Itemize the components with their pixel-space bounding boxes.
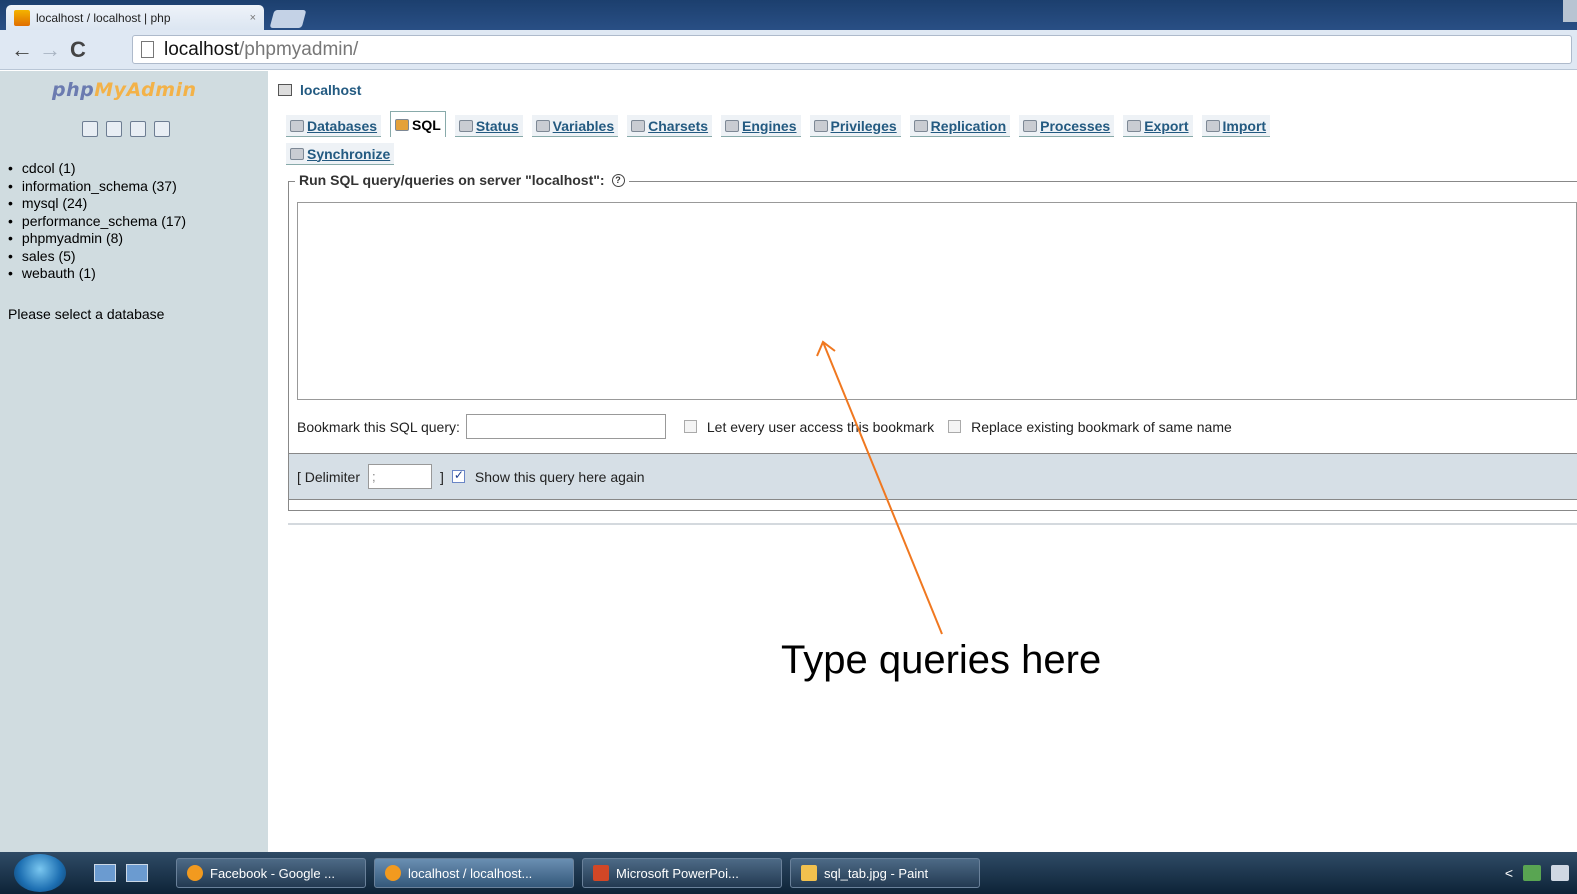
charsets-icon xyxy=(631,119,646,132)
navigation-frame: phpMyAdmin cdcol (1) information_schema … xyxy=(0,71,268,852)
database-item-mysql[interactable]: mysql (24) xyxy=(8,195,186,213)
phpmyadmin-logo[interactable]: phpMyAdmin xyxy=(52,79,197,101)
status-icon xyxy=(458,119,473,132)
database-item-information-schema[interactable]: information_schema (37) xyxy=(8,178,186,196)
home-icon[interactable] xyxy=(82,121,98,137)
server-breadcrumb[interactable]: localhost xyxy=(278,82,361,98)
server-name: localhost xyxy=(300,82,362,98)
back-arrow-icon[interactable]: ← xyxy=(8,37,36,63)
address-bar[interactable]: localhost /phpmyadmin/ xyxy=(132,35,1572,64)
new-tab-button[interactable] xyxy=(269,10,307,28)
database-item-webauth[interactable]: webauth (1) xyxy=(8,265,186,283)
processes-icon xyxy=(1023,119,1038,132)
privileges-icon xyxy=(813,119,828,132)
server-icon xyxy=(278,84,292,96)
paint-icon xyxy=(801,865,817,881)
bookmark-name-input[interactable] xyxy=(465,414,666,439)
sql-icon xyxy=(395,118,410,131)
documentation-icon[interactable] xyxy=(130,121,146,137)
legend-text: Run SQL query/queries on server "localho… xyxy=(299,172,605,188)
replication-icon xyxy=(913,119,928,132)
tab-engines[interactable]: Engines xyxy=(721,115,801,137)
tab-charsets[interactable]: Charsets xyxy=(627,115,713,137)
database-list: cdcol (1) information_schema (37) mysql … xyxy=(8,160,186,283)
sql-documentation-icon[interactable] xyxy=(154,121,170,137)
taskbar-item-powerpoint[interactable]: Microsoft PowerPoi... xyxy=(582,858,782,888)
browser-tab-title: localhost / localhost | php xyxy=(36,11,171,25)
sql-query-fieldset: Run SQL query/queries on server "localho… xyxy=(288,172,1577,511)
select-database-message: Please select a database xyxy=(8,306,165,322)
delimiter-input[interactable] xyxy=(368,464,433,489)
bookmark-label: Bookmark this SQL query: xyxy=(297,418,460,435)
tab-synchronize[interactable]: Synchronize xyxy=(286,143,395,165)
help-icon[interactable]: ? xyxy=(611,173,625,187)
show-desktop-icon[interactable] xyxy=(94,864,116,882)
delimiter-open-label: [ Delimiter xyxy=(297,468,361,485)
logo-myadmin-text: MyAdmin xyxy=(94,79,197,101)
show-query-again-checkbox[interactable] xyxy=(451,468,465,483)
database-item-performance-schema[interactable]: performance_schema (17) xyxy=(8,213,186,231)
tab-import[interactable]: Import xyxy=(1201,115,1271,137)
url-path: /phpmyadmin/ xyxy=(239,38,359,60)
chrome-icon xyxy=(187,865,203,881)
export-icon xyxy=(1127,119,1142,132)
browser-tab-strip: localhost / localhost | php × xyxy=(0,0,1577,31)
replace-existing-checkbox[interactable] xyxy=(948,420,962,433)
tab-replication[interactable]: Replication xyxy=(909,115,1011,137)
start-button[interactable] xyxy=(14,854,66,892)
tab-variables[interactable]: Variables xyxy=(531,115,619,137)
query-window-icon[interactable] xyxy=(106,121,122,137)
forward-arrow-icon[interactable]: → xyxy=(36,37,64,63)
network-icon[interactable] xyxy=(1523,865,1541,881)
tab-sql[interactable]: SQL xyxy=(390,111,446,137)
phpmyadmin-favicon-icon xyxy=(14,10,30,26)
sql-query-textarea[interactable] xyxy=(297,202,1577,400)
show-hidden-icons-button[interactable]: < xyxy=(1505,865,1513,881)
url-host: localhost xyxy=(164,38,239,60)
database-item-sales[interactable]: sales (5) xyxy=(8,248,186,266)
close-tab-icon[interactable]: × xyxy=(250,12,256,24)
tab-status[interactable]: Status xyxy=(454,115,523,137)
logo-php-text: php xyxy=(52,79,95,101)
bookmark-row: Bookmark this SQL query: Let every user … xyxy=(297,414,1246,439)
main-frame: localhost Databases SQL Status Variables… xyxy=(268,71,1577,852)
tab-processes[interactable]: Processes xyxy=(1019,115,1115,137)
server-tabs: Databases SQL Status Variables Charsets … xyxy=(286,111,1566,165)
engines-icon xyxy=(725,119,740,132)
browser-toolbar: ← → C localhost /phpmyadmin/ xyxy=(0,30,1577,70)
taskbar-item-facebook[interactable]: Facebook - Google ... xyxy=(176,858,366,888)
import-icon xyxy=(1205,119,1220,132)
page-icon xyxy=(141,41,154,58)
separator-line xyxy=(288,523,1577,525)
database-item-phpmyadmin[interactable]: phpmyadmin (8) xyxy=(8,230,186,248)
synchronize-icon xyxy=(290,147,304,160)
tab-databases[interactable]: Databases xyxy=(286,115,382,137)
database-item-cdcol[interactable]: cdcol (1) xyxy=(8,160,186,178)
let-every-user-checkbox[interactable] xyxy=(683,420,697,433)
language-icon[interactable] xyxy=(1551,865,1569,881)
taskbar-item-localhost[interactable]: localhost / localhost... xyxy=(374,858,574,888)
system-tray: < xyxy=(1505,865,1569,881)
delimiter-bar: [ Delimiter ] Show this query here again xyxy=(289,453,1577,500)
window-control-button[interactable] xyxy=(1563,0,1577,22)
windows-taskbar: Facebook - Google ... localhost / localh… xyxy=(0,852,1577,894)
switch-windows-icon[interactable] xyxy=(126,864,148,882)
taskbar-item-paint[interactable]: sql_tab.jpg - Paint xyxy=(790,858,980,888)
navigation-icons xyxy=(82,121,170,137)
tab-export[interactable]: Export xyxy=(1123,115,1193,137)
chrome-icon xyxy=(385,865,401,881)
let-every-user-label[interactable]: Let every user access this bookmark xyxy=(707,419,934,435)
reload-icon[interactable]: C xyxy=(64,37,92,63)
replace-existing-label[interactable]: Replace existing bookmark of same name xyxy=(971,419,1232,435)
show-query-again-label[interactable]: Show this query here again xyxy=(475,469,645,485)
databases-icon xyxy=(290,119,304,132)
browser-tab[interactable]: localhost / localhost | php × xyxy=(6,5,264,31)
tab-privileges[interactable]: Privileges xyxy=(809,115,901,137)
sql-query-legend: Run SQL query/queries on server "localho… xyxy=(295,172,629,188)
powerpoint-icon xyxy=(593,865,609,881)
variables-icon xyxy=(535,119,550,132)
delimiter-close-label: ] xyxy=(440,468,444,485)
